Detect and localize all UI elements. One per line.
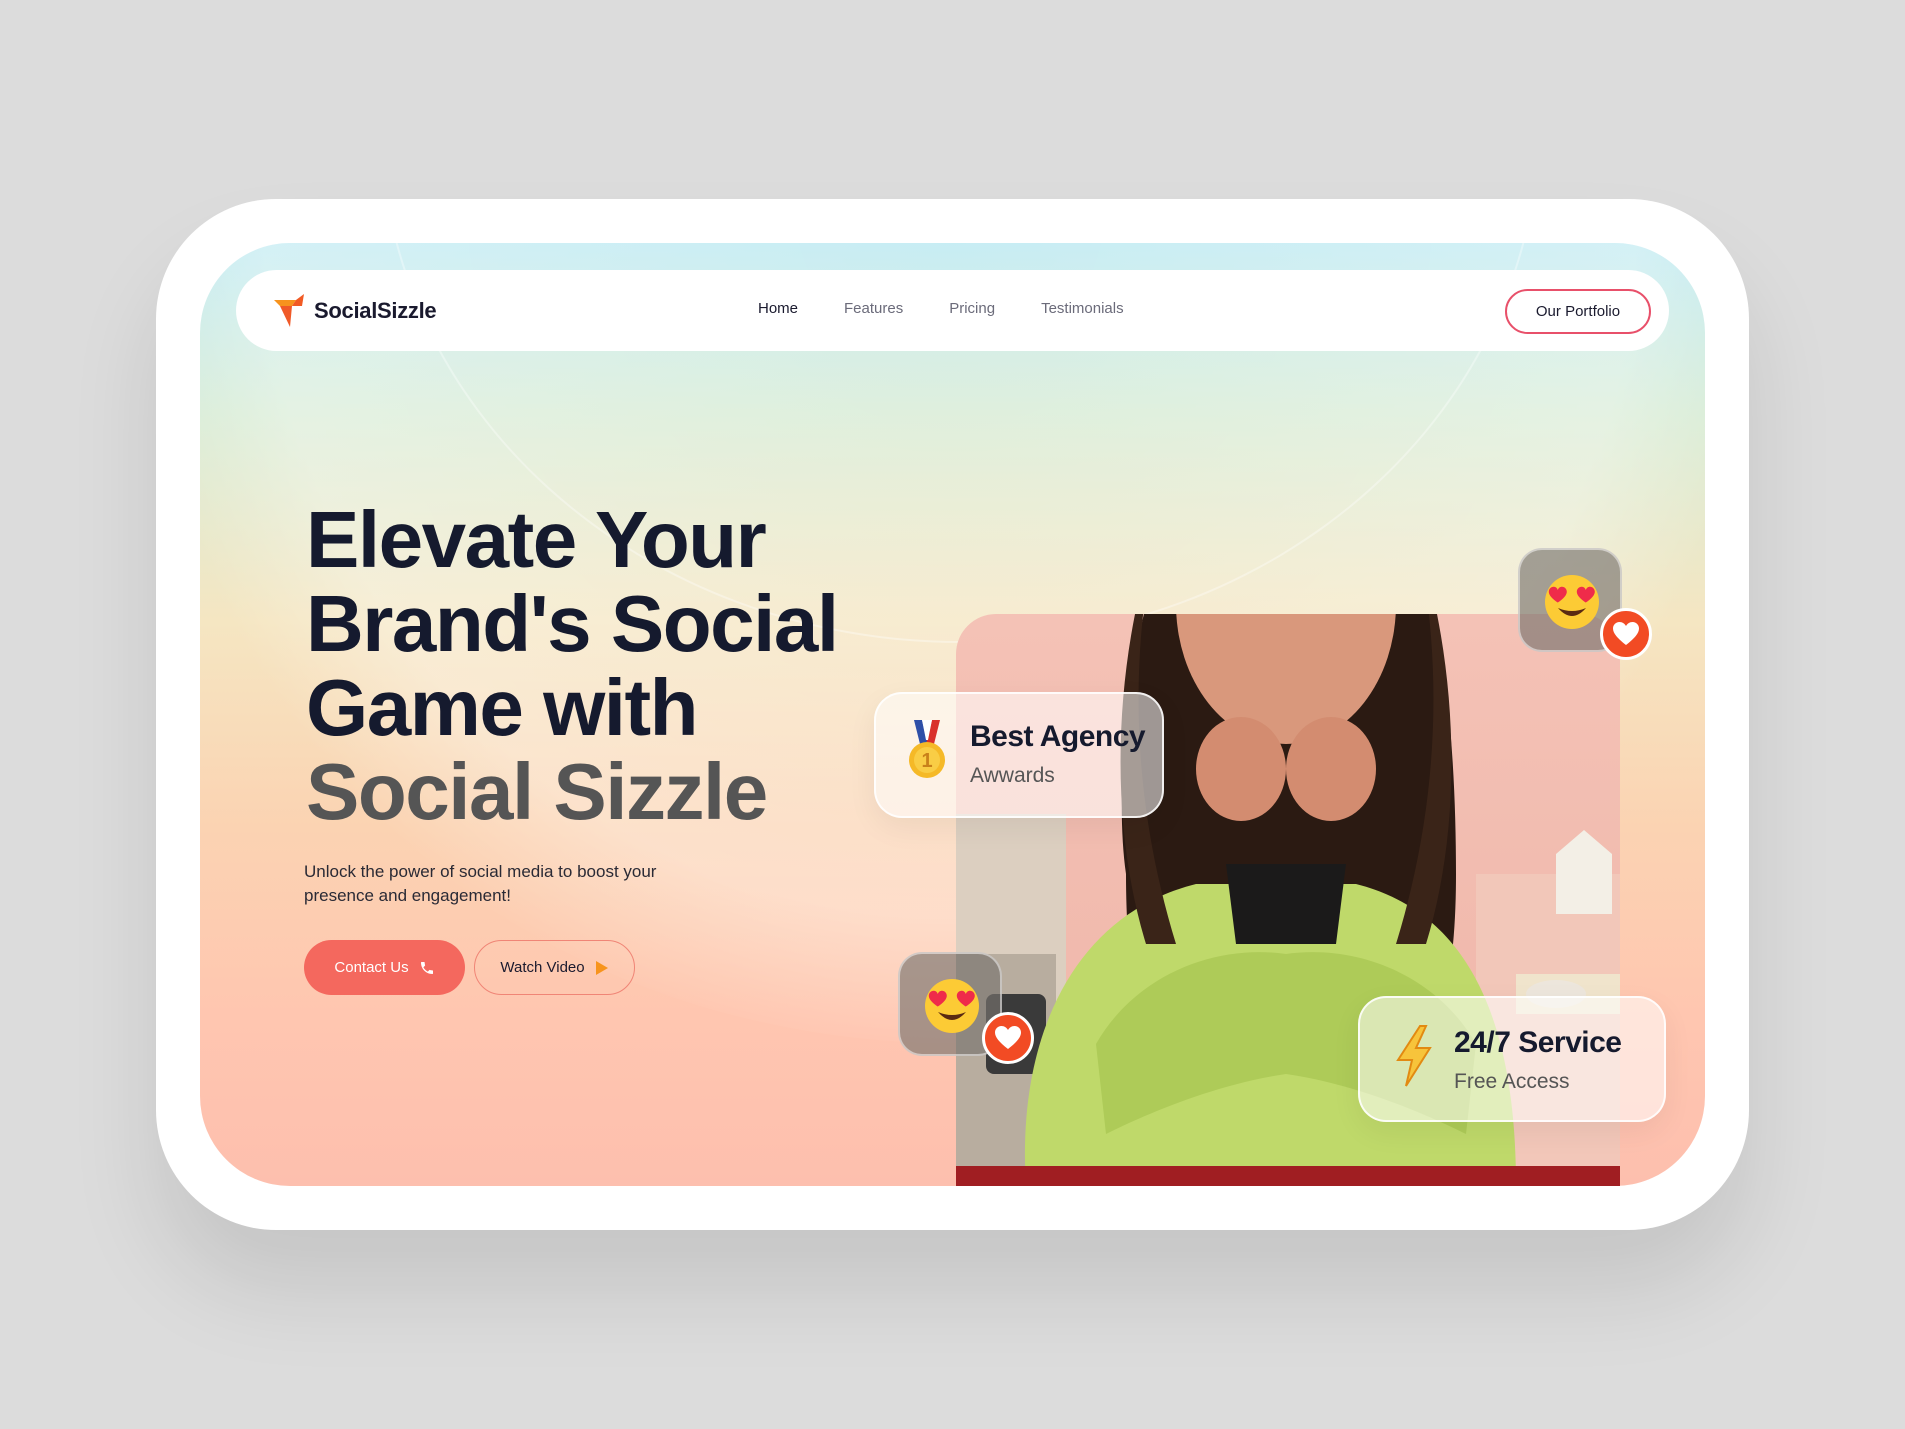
arrow-logo-icon xyxy=(272,294,306,328)
play-icon xyxy=(595,960,609,976)
headline-line: Elevate Your xyxy=(306,495,767,584)
lightning-icon xyxy=(1392,1024,1436,1093)
headline-line: Brand's Social xyxy=(306,579,839,668)
headline-line: Game with xyxy=(306,663,699,752)
service-card: 24/7 Service Free Access xyxy=(1358,996,1666,1122)
watch-video-button[interactable]: Watch Video xyxy=(474,940,635,995)
nav-link-testimonials[interactable]: Testimonials xyxy=(1041,300,1124,317)
svg-text:1: 1 xyxy=(921,750,932,772)
top-navbar: SocialSizzle Home Features Pricing Testi… xyxy=(236,270,1669,351)
contact-us-label: Contact Us xyxy=(334,959,409,976)
phone-icon xyxy=(419,960,435,976)
nav-links: Home Features Pricing Testimonials xyxy=(758,300,1170,317)
heart-icon[interactable] xyxy=(982,1012,1034,1064)
hero-headline: Elevate Your Brand's Social Game with So… xyxy=(306,498,906,834)
heart-eyes-emoji-icon xyxy=(924,978,980,1039)
best-agency-card: 1 Best Agency Awwards xyxy=(874,692,1164,818)
heart-icon[interactable] xyxy=(1600,608,1652,660)
heart-eyes-emoji-icon xyxy=(1544,574,1600,635)
nav-link-features[interactable]: Features xyxy=(844,300,903,317)
watch-video-label: Watch Video xyxy=(500,959,585,976)
service-subtitle: Free Access xyxy=(1454,1070,1570,1093)
gold-medal-icon: 1 xyxy=(906,720,948,787)
award-subtitle: Awwards xyxy=(970,764,1055,787)
contact-us-button[interactable]: Contact Us xyxy=(304,940,465,995)
nav-link-pricing[interactable]: Pricing xyxy=(949,300,995,317)
our-portfolio-button[interactable]: Our Portfolio xyxy=(1505,289,1651,334)
nav-link-home[interactable]: Home xyxy=(758,300,798,317)
hero-subtitle: Unlock the power of social media to boos… xyxy=(304,862,657,905)
headline-highlight: Social Sizzle xyxy=(306,747,768,836)
brand-logo[interactable]: SocialSizzle xyxy=(272,294,437,328)
award-title: Best Agency xyxy=(970,720,1146,753)
brand-name: SocialSizzle xyxy=(314,298,437,323)
service-title: 24/7 Service xyxy=(1454,1026,1622,1059)
